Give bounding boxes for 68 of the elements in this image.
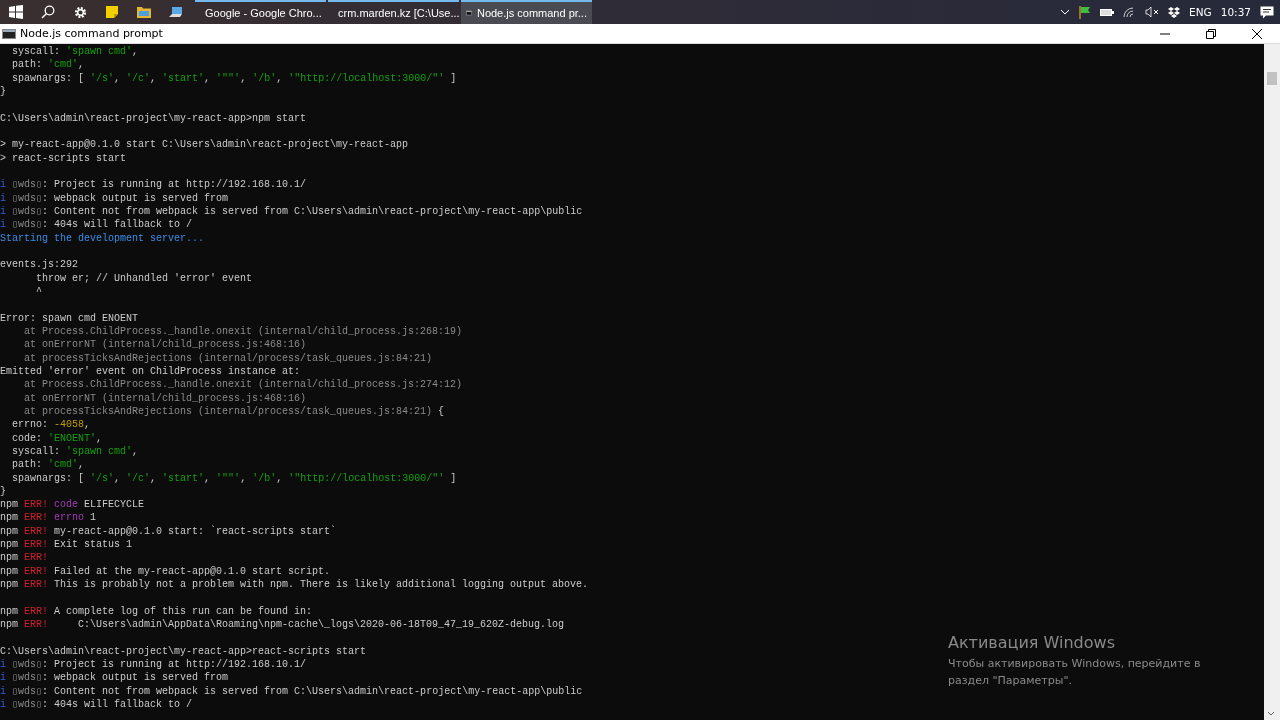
terminal-line: ^ xyxy=(35,284,42,299)
restore-icon xyxy=(1206,28,1216,39)
close-icon xyxy=(1252,28,1262,39)
search-icon[interactable] xyxy=(41,5,55,19)
terminal-line: npm ERR! my-react-app@0.1.0 start: `react-scripts start` xyxy=(0,524,337,539)
terminal-line: i ▯wds▯: Content not from webpack is served from C:\Users\admin\react-project\my-react-app\public xyxy=(0,204,583,219)
chevron-up-icon[interactable] xyxy=(1060,9,1071,15)
terminal-line: Starting the development server... xyxy=(0,231,205,245)
terminal-line: npm ERR! errno 1 xyxy=(0,511,97,525)
terminal-line: npm ERR! C:\Users\admin\AppData\Roaming\npm-cache\_logs\2020-06-18T09_47_19_620Z-debug.log xyxy=(0,618,565,632)
flag-icon[interactable] xyxy=(1079,5,1092,19)
terminal-line: throw er; // Unhandled 'error' event xyxy=(35,271,253,285)
language-indicator[interactable]: ENG xyxy=(1189,6,1212,18)
terminal-line: Emitted 'error' event on ChildProcess instance at: xyxy=(0,364,301,379)
terminal-line: } xyxy=(0,85,6,99)
terminal-line: Error: spawn cmd ENOENT xyxy=(0,311,139,325)
clock[interactable]: 10:37 xyxy=(1220,6,1251,18)
terminal-line: path: 'cmd', xyxy=(11,458,85,472)
terminal-line: C:\Users\admin\react-project\my-react-app>npm start xyxy=(0,111,307,125)
terminal-line: i ▯wds▯: webpack output is served from xyxy=(0,671,229,685)
terminal-line: errno: -4058, xyxy=(11,418,91,432)
terminal-line: syscall: 'spawn cmd', xyxy=(11,444,139,459)
terminal-line: at processTicksAndRejections (internal/process/task_queues.js:84:21) xyxy=(23,351,433,365)
terminal-line: npm ERR! xyxy=(0,551,49,565)
battery-icon[interactable] xyxy=(1100,7,1115,17)
computer-icon[interactable] xyxy=(169,6,183,18)
scroll-thumb[interactable] xyxy=(1267,72,1277,85)
sticky-note-icon[interactable] xyxy=(106,6,118,18)
terminal-line: i ▯wds▯: Project is running at http://192.168.10.1/ xyxy=(0,658,307,672)
terminal-line: i ▯wds▯: Content not from webpack is served from C:\Users\admin\react-project\my-react-app\public xyxy=(0,684,583,699)
folder-icon[interactable] xyxy=(137,6,151,18)
terminal-line: at Process.ChildProcess._handle.onexit (internal/child_process.js:274:12) xyxy=(23,378,463,392)
terminal-line: spawnargs: [ '/s', '/c', 'start', '""', '/b', '"http://localhost:3000/"' ] xyxy=(11,71,457,85)
terminal-line: at onErrorNT (internal/child_process.js:468:16) xyxy=(23,338,307,352)
settings-icon[interactable] xyxy=(73,5,87,19)
terminal-line: at onErrorNT (internal/child_process.js:468:16) xyxy=(23,391,307,405)
terminal-line: C:\Users\admin\react-project\my-react-app>react-scripts start xyxy=(0,644,367,659)
activation-title: Активация Windows xyxy=(948,633,1116,653)
terminal-line: npm ERR! code ELIFECYCLE xyxy=(0,498,145,512)
terminal-line: i ▯wds▯: 404s will fallback to / xyxy=(0,218,193,232)
speaker-muted-icon[interactable] xyxy=(1145,7,1160,17)
terminal-line: i ▯wds▯: 404s will fallback to / xyxy=(0,698,193,712)
scrollbar[interactable] xyxy=(1264,44,1280,720)
terminal-line: at processTicksAndRejections (internal/process/task_queues.js:84:21) { xyxy=(23,404,445,419)
terminal-line: i ▯wds▯: webpack output is served from xyxy=(0,191,229,205)
terminal-line: code: 'ENOENT', xyxy=(11,431,103,445)
terminal-line: } xyxy=(0,484,6,499)
terminal-line: npm ERR! A complete log of this run can be found in: xyxy=(0,604,313,619)
window-title: Node.js command prompt xyxy=(20,27,164,40)
terminal-line: path: 'cmd', xyxy=(11,58,85,72)
terminal-line: events.js:292 xyxy=(0,258,78,272)
taskbar-app-button[interactable]: Node.js command pr... xyxy=(461,0,592,24)
terminal-line: npm ERR! Failed at the my-react-app@0.1.0 start script. xyxy=(0,564,331,579)
terminal-line: > react-scripts start xyxy=(0,151,127,165)
terminal-line: at Process.ChildProcess._handle.onexit (internal/child_process.js:268:19) xyxy=(23,324,463,339)
notification-icon[interactable] xyxy=(1260,5,1274,19)
scroll-down-icon[interactable] xyxy=(1267,711,1275,717)
terminal-line: npm ERR! This is probably not a problem with npm. There is likely additional logging output above. xyxy=(0,578,589,592)
activation-text: Чтобы активировать Windows, перейдите в раздел "Параметры". xyxy=(948,656,1202,689)
terminal-line: > my-react-app@0.1.0 start C:\Users\admin\react-project\my-react-app xyxy=(0,138,409,152)
terminal-line: i ▯wds▯: Project is running at http://192.168.10.1/ xyxy=(0,178,307,192)
console-icon xyxy=(2,28,16,39)
terminal-line: npm ERR! Exit status 1 xyxy=(0,538,133,552)
dropbox-icon[interactable] xyxy=(1168,6,1181,18)
terminal-line: spawnargs: [ '/s', '/c', 'start', '""', '/b', '"http://localhost:3000/"' ] xyxy=(11,471,457,485)
console-icon xyxy=(466,8,472,18)
windows-logo-icon[interactable] xyxy=(9,5,23,19)
terminal-line: syscall: 'spawn cmd', xyxy=(11,45,139,59)
